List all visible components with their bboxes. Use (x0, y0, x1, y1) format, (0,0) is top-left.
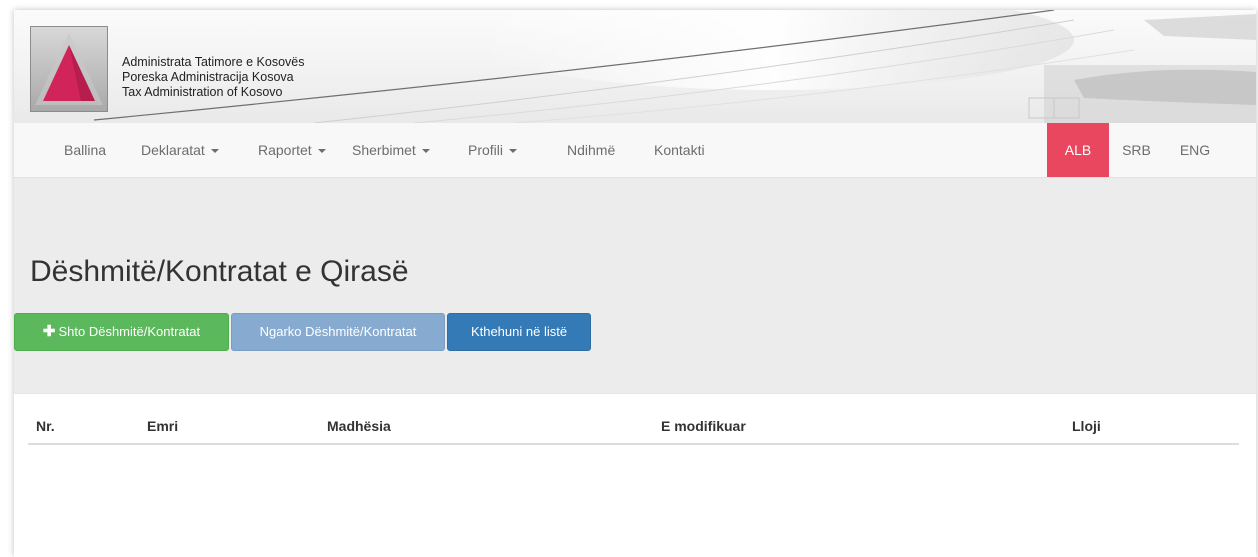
column-header-madhesia: Madhësia (327, 418, 391, 434)
column-header-e-modifikuar: E modifikuar (661, 418, 746, 434)
nav-item-profili[interactable]: Profili (468, 123, 518, 177)
lang-srb[interactable]: SRB (1109, 123, 1164, 177)
lang-alb[interactable]: ALB (1047, 123, 1109, 177)
files-table: Nr. Emri Madhësia E modifikuar Lloji (14, 393, 1256, 557)
column-header-lloji: Lloji (1072, 418, 1101, 434)
column-header-emri: Emri (147, 418, 179, 434)
org-name-albanian: Administrata Tatimore e Kosovës (122, 55, 305, 69)
nav-item-label: Profili (468, 142, 504, 158)
table-header-divider (28, 443, 1239, 445)
column-header-nr: Nr. (36, 418, 55, 434)
caret-down-icon (210, 149, 219, 154)
header-banner: Administrata Tatimore e Kosovës Poreska … (14, 10, 1256, 123)
nav-item-raportet[interactable]: Raportet (258, 123, 326, 177)
nav-item-ballina[interactable]: Ballina (64, 123, 106, 177)
nav-item-label: Deklaratat (141, 142, 205, 158)
add-contract-button[interactable]: ✚ Shto Dëshmitë/Kontratat (14, 313, 229, 351)
org-name-serbian: Poreska Administracija Kosova (122, 70, 294, 84)
nav-item-label: Sherbimet (352, 142, 416, 158)
upload-contract-button[interactable]: Ngarko Dëshmitë/Kontratat (231, 313, 445, 351)
nav-item-kontakti[interactable]: Kontakti (654, 123, 705, 177)
caret-down-icon (317, 149, 326, 154)
plus-icon: ✚ (42, 323, 56, 340)
nav-item-label: Raportet (258, 142, 312, 158)
nav-item-deklaratat[interactable]: Deklaratat (141, 123, 219, 177)
nav-item-sherbimet[interactable]: Sherbimet (352, 123, 430, 177)
back-to-list-button[interactable]: Kthehuni në listë (447, 313, 591, 351)
caret-down-icon (421, 149, 430, 154)
org-name-english: Tax Administration of Kosovo (122, 85, 283, 99)
nav-item-label: Kontakti (654, 142, 705, 158)
app-frame: Administrata Tatimore e Kosovës Poreska … (14, 10, 1256, 557)
nav-item-ndihme[interactable]: Ndihmë (567, 123, 615, 177)
nav-item-label: Ndihmë (567, 142, 616, 158)
add-contract-label: Shto Dëshmitë/Kontratat (58, 324, 201, 339)
organization-names: Administrata Tatimore e Kosovës Poreska … (122, 55, 305, 100)
triangle-logo-icon (35, 33, 103, 105)
caret-down-icon (509, 149, 518, 154)
main-navbar: Ballina Deklaratat Raportet Sherbimet Pr… (14, 123, 1256, 178)
atk-logo[interactable] (30, 26, 108, 112)
page-title: Dëshmitë/Kontratat e Qirasë (30, 255, 409, 288)
lang-eng[interactable]: ENG (1164, 123, 1226, 177)
nav-item-label: Ballina (64, 142, 107, 158)
